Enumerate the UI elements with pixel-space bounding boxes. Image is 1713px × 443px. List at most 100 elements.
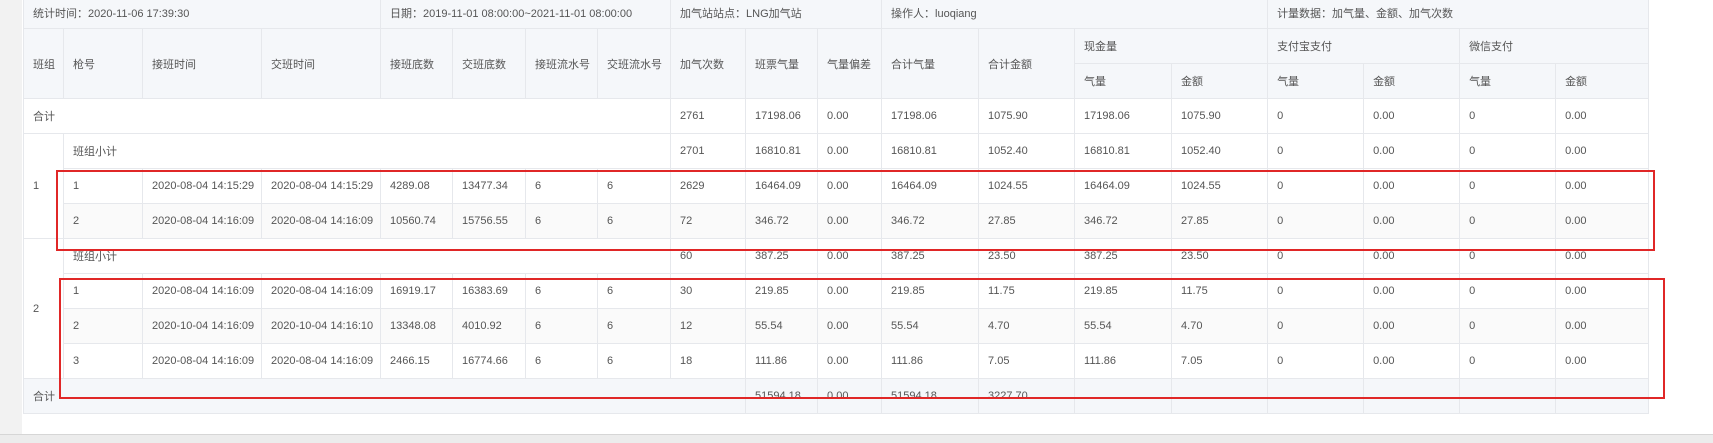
cell-end-time: 2020-10-04 14:16:10 <box>260 308 382 344</box>
cell-total-gas: 387.25 <box>881 238 980 274</box>
table-row: 2 2020-10-04 14:16:09 2020-10-04 14:16:1… <box>24 308 1650 344</box>
cell-alipay-amount: 0.00 <box>1363 98 1461 134</box>
cell-total-gas: 16810.81 <box>881 133 980 169</box>
cell-end-reading: 4010.92 <box>452 308 527 344</box>
col-gas-diff: 气量偏差 <box>817 28 883 99</box>
cell-shift-gas: 16810.81 <box>745 133 819 169</box>
cell-shift-gas: 16464.09 <box>745 168 819 204</box>
cell-shift-gas: 387.25 <box>745 238 819 274</box>
cell-total-gas: 55.54 <box>881 308 980 344</box>
cell-wechat-gas: 0 <box>1459 133 1557 169</box>
cell-wechat-amount: 0.00 <box>1555 133 1650 169</box>
cell-fill-count: 30 <box>670 273 747 309</box>
cell-empty <box>1171 378 1269 414</box>
cell-start-serial: 6 <box>525 308 599 344</box>
col-group-cash: 现金量 <box>1074 28 1269 64</box>
cell-fill-count: 60 <box>670 238 747 274</box>
cell-alipay-gas: 0 <box>1267 238 1365 274</box>
col-end-serial: 交班流水号 <box>597 28 672 99</box>
cell-cash-amount: 11.75 <box>1171 273 1269 309</box>
cell-total-gas: 346.72 <box>881 203 980 239</box>
cell-end-reading: 16383.69 <box>452 273 527 309</box>
col-total-gas: 合计气量 <box>881 28 980 99</box>
cell-alipay-gas: 0 <box>1267 98 1365 134</box>
cell-total-gas: 219.85 <box>881 273 980 309</box>
cell-alipay-gas: 0 <box>1267 203 1365 239</box>
cell-total-amount: 1024.55 <box>978 168 1076 204</box>
col-team: 班组 <box>23 28 64 99</box>
cell-wechat-gas: 0 <box>1459 273 1557 309</box>
cell-alipay-gas: 0 <box>1267 133 1365 169</box>
cell-total-amount: 3227.70 <box>978 378 1076 414</box>
cell-shift-gas: 51594.18 <box>745 378 819 414</box>
cell-gas-diff: 0.00 <box>817 238 883 274</box>
cell-cash-amount: 27.85 <box>1171 203 1269 239</box>
cell-cash-gas: 219.85 <box>1074 273 1173 309</box>
col-start-serial: 接班流水号 <box>525 28 599 99</box>
cell-cash-amount: 1024.55 <box>1171 168 1269 204</box>
grand-total-row: 合计 51594.18 0.00 51594.18 3227.70 <box>22 378 1650 414</box>
col-end-reading: 交班底数 <box>452 28 527 99</box>
grand-total-label: 合计 <box>22 378 747 414</box>
col-start-time: 接班时间 <box>142 28 262 99</box>
cell-alipay-amount: 0.00 <box>1363 168 1461 204</box>
cell-gas-diff: 0.00 <box>817 378 883 414</box>
cell-wechat-gas: 0 <box>1459 343 1557 379</box>
cell-wechat-amount: 0.00 <box>1555 168 1650 204</box>
cell-alipay-amount: 0.00 <box>1363 238 1461 274</box>
cell-alipay-gas: 0 <box>1267 168 1365 204</box>
cell-fill-count: 2761 <box>670 98 747 134</box>
cell-end-reading: 15756.55 <box>452 203 527 239</box>
subtotal-label: 班组小计 <box>62 133 672 169</box>
cell-cash-gas: 111.86 <box>1074 343 1173 379</box>
cell-end-time: 2020-08-04 14:16:09 <box>260 273 382 309</box>
cell-fill-count: 2701 <box>670 133 747 169</box>
operator-name: 操作人：luoqiang <box>881 0 1269 29</box>
left-gutter <box>0 0 22 434</box>
cell-cash-gas: 346.72 <box>1074 203 1173 239</box>
cell-end-serial: 6 <box>597 203 672 239</box>
cell-total-amount: 1075.90 <box>978 98 1076 134</box>
team-number: 1 <box>23 133 64 239</box>
cell-total-amount: 11.75 <box>978 273 1076 309</box>
cell-empty <box>1459 378 1557 414</box>
cell-cash-amount: 4.70 <box>1171 308 1269 344</box>
cell-gun: 1 <box>63 168 143 204</box>
cell-wechat-gas: 0 <box>1459 203 1557 239</box>
station-name: 加气站站点：LNG加气站 <box>670 0 883 29</box>
cell-cash-gas: 16810.81 <box>1074 133 1173 169</box>
cell-start-time: 2020-08-04 14:15:29 <box>142 168 262 204</box>
metrics-info: 计量数据：加气量、金额、加气次数 <box>1267 0 1650 29</box>
total-row: 合计 2761 17198.06 0.00 17198.06 1075.90 1… <box>22 98 1650 134</box>
subtotal-label: 班组小计 <box>62 238 672 274</box>
cell-wechat-amount: 0.00 <box>1555 98 1650 134</box>
cell-end-serial: 6 <box>597 308 672 344</box>
cell-cash-gas: 17198.06 <box>1074 98 1173 134</box>
cell-empty <box>1267 378 1365 414</box>
cell-start-serial: 6 <box>525 203 599 239</box>
cell-end-serial: 6 <box>597 273 672 309</box>
cell-gas-diff: 0.00 <box>817 203 883 239</box>
cell-cash-amount: 7.05 <box>1171 343 1269 379</box>
cell-fill-count: 12 <box>670 308 747 344</box>
col-group-wechat: 微信支付 <box>1459 28 1650 64</box>
cell-fill-count: 72 <box>670 203 747 239</box>
cell-total-amount: 1052.40 <box>978 133 1076 169</box>
cell-wechat-gas: 0 <box>1459 168 1557 204</box>
cell-gun: 3 <box>63 343 143 379</box>
col-cash-gas: 气量 <box>1074 63 1173 99</box>
cell-shift-gas: 346.72 <box>745 203 819 239</box>
cell-end-reading: 16774.66 <box>452 343 527 379</box>
cell-wechat-gas: 0 <box>1459 238 1557 274</box>
col-fill-count: 加气次数 <box>670 28 747 99</box>
cell-wechat-amount: 0.00 <box>1555 238 1650 274</box>
cell-empty <box>1555 378 1650 414</box>
header-row-1: 班组 枪号 接班时间 交班时间 接班底数 交班底数 接班流水号 交班流水号 加气… <box>23 28 1650 99</box>
cell-end-time: 2020-08-04 14:15:29 <box>260 168 382 204</box>
table-row: 2 2020-08-04 14:16:09 2020-08-04 14:16:0… <box>24 203 1650 239</box>
cell-cash-gas: 387.25 <box>1074 238 1173 274</box>
cell-cash-gas: 55.54 <box>1074 308 1173 344</box>
cell-wechat-gas: 0 <box>1459 308 1557 344</box>
col-alipay-amount: 金额 <box>1363 63 1461 99</box>
cell-end-time: 2020-08-04 14:16:09 <box>260 343 382 379</box>
